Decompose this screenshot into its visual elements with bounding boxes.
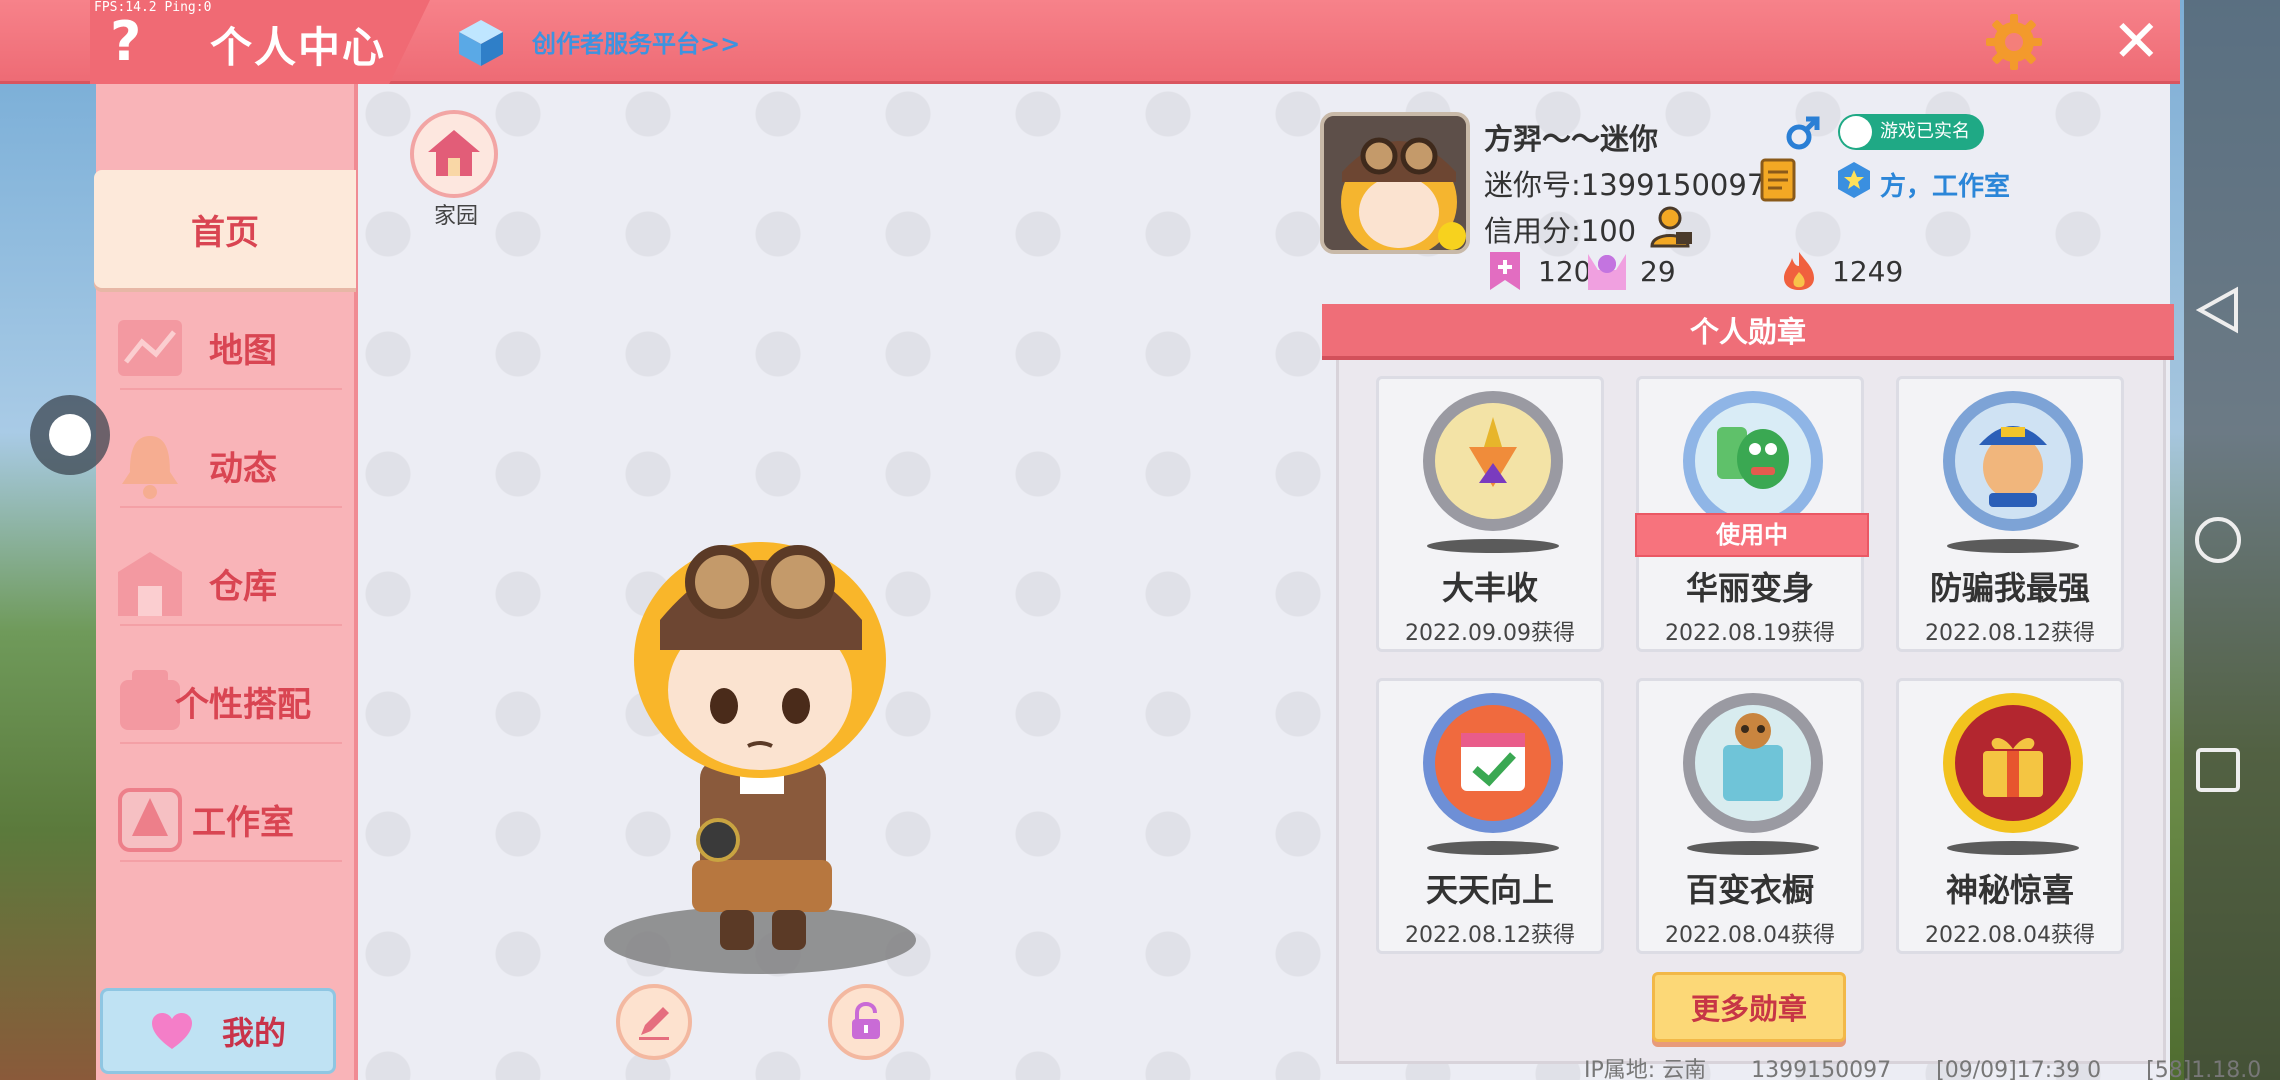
medal-date: 2022.08.19获得 bbox=[1665, 621, 1835, 646]
homeland-button[interactable] bbox=[410, 110, 498, 198]
antifraud-medal-icon bbox=[1943, 391, 2083, 531]
more-medals-button[interactable]: 更多勋章 bbox=[1652, 972, 1846, 1042]
medal-name: 华丽变身 bbox=[1685, 569, 1814, 607]
creator-platform-link[interactable]: 创作者服务平台>> bbox=[532, 24, 740, 59]
favorites-count: 120 bbox=[1538, 254, 1592, 288]
medal-shadow bbox=[1947, 841, 2079, 855]
medal-card-transform[interactable]: 使用中 华丽变身 2022.08.19获得 bbox=[1635, 376, 1869, 652]
footer-info: IP属地: 云南 1399150097 [09/09]17:39 0 [58]1… bbox=[1584, 1052, 2280, 1080]
medal-shadow bbox=[1947, 539, 2079, 553]
real-name-verified-badge: 游戏已实名 bbox=[1838, 114, 1984, 150]
medal-date: 2022.08.12获得 bbox=[1405, 923, 1575, 948]
medal-name: 大丰收 bbox=[1441, 569, 1538, 607]
menu-divider bbox=[120, 506, 342, 508]
close-button[interactable]: ✕ bbox=[2112, 8, 2161, 74]
studio-name-link[interactable]: 方，工作室 bbox=[1880, 166, 2010, 203]
medal-panel-title: 个人勋章 bbox=[1322, 304, 2174, 360]
mystery-gift-medal-icon bbox=[1943, 693, 2083, 833]
popularity-count: 1249 bbox=[1832, 254, 1904, 288]
male-gender-icon bbox=[1784, 114, 1822, 152]
favorites-stat: 120 bbox=[1484, 250, 1591, 292]
sidebar-item-label: 首页 bbox=[191, 212, 259, 253]
menu-divider bbox=[120, 624, 342, 626]
footer-version: [58]1.18.0 bbox=[2146, 1058, 2262, 1080]
my-button-label: 我的 bbox=[221, 1014, 286, 1052]
in-use-tag: 使用中 bbox=[1635, 513, 1869, 557]
settings-gear-icon[interactable] bbox=[1984, 12, 2044, 72]
nav-back-button[interactable] bbox=[2192, 284, 2244, 336]
character-avatar[interactable] bbox=[600, 510, 930, 980]
edit-button[interactable] bbox=[616, 984, 692, 1060]
copy-icon[interactable] bbox=[1760, 158, 1796, 202]
sidebar-item-home[interactable]: 首页 bbox=[94, 170, 356, 288]
medal-card-daily-progress[interactable]: 天天向上 2022.08.12获得 bbox=[1376, 678, 1604, 954]
ip-location: IP属地: 云南 bbox=[1584, 1058, 1707, 1080]
wardrobe-medal-icon bbox=[1683, 693, 1823, 833]
daily-progress-medal-icon bbox=[1423, 693, 1563, 833]
game-backdrop-left bbox=[0, 84, 96, 1080]
nav-recents-button[interactable] bbox=[2192, 744, 2244, 796]
credit-score: 信用分:100 bbox=[1484, 214, 1637, 248]
medal-name: 百变衣橱 bbox=[1685, 871, 1814, 909]
help-button[interactable]: ? bbox=[110, 12, 141, 72]
pencil-icon bbox=[639, 1007, 669, 1040]
medal-shadow bbox=[1427, 841, 1559, 855]
verified-label: 游戏已实名 bbox=[1880, 121, 1970, 142]
medal-name: 神秘惊喜 bbox=[1945, 871, 2074, 909]
medal-name: 防骗我最强 bbox=[1929, 569, 2090, 607]
medal-card-wardrobe[interactable]: 百变衣橱 2022.08.04获得 bbox=[1636, 678, 1864, 954]
medal-shadow bbox=[1427, 539, 1559, 553]
medal-date: 2022.08.04获得 bbox=[1925, 923, 2095, 948]
medal-date: 2022.09.09获得 bbox=[1405, 621, 1575, 646]
credit-user-icon[interactable] bbox=[1650, 206, 1694, 248]
medal-shadow bbox=[1687, 841, 1819, 855]
footer-uid: 1399150097 bbox=[1751, 1058, 1892, 1080]
fans-icon bbox=[1588, 254, 1626, 290]
flame-icon bbox=[1784, 252, 1814, 290]
heart-icon bbox=[151, 1013, 192, 1049]
lock-icon bbox=[852, 1001, 880, 1039]
harvest-medal-icon bbox=[1423, 391, 1563, 531]
menu-divider bbox=[120, 742, 342, 744]
medal-card-mystery-surprise[interactable]: 神秘惊喜 2022.08.04获得 bbox=[1896, 678, 2124, 954]
menu-divider bbox=[120, 388, 342, 390]
studio-icon bbox=[1834, 160, 1874, 200]
sidebar-item-label: 动态 bbox=[209, 448, 277, 489]
page-title: 个人中心 bbox=[210, 23, 387, 72]
profile-avatar[interactable] bbox=[1320, 112, 1470, 254]
medal-name: 天天向上 bbox=[1425, 871, 1554, 909]
medal-date: 2022.08.12获得 bbox=[1925, 621, 2095, 646]
nav-home-button[interactable] bbox=[2192, 514, 2244, 566]
my-button[interactable]: 我的 bbox=[100, 988, 336, 1074]
fans-count: 29 bbox=[1640, 254, 1676, 288]
sidebar-item-label: 工作室 bbox=[192, 802, 294, 843]
fans-stat: 29 bbox=[1586, 250, 1676, 292]
medal-date: 2022.08.04获得 bbox=[1665, 923, 1835, 948]
cube-icon[interactable] bbox=[455, 16, 507, 68]
sidebar-item-label: 地图 bbox=[209, 330, 277, 371]
bookmark-plus-icon bbox=[1490, 252, 1520, 290]
medal-card-harvest[interactable]: 大丰收 2022.09.09获得 bbox=[1376, 376, 1604, 652]
menu-divider bbox=[120, 860, 342, 862]
sidebar-item-label: 个性搭配 bbox=[175, 684, 311, 725]
unlock-button[interactable] bbox=[828, 984, 904, 1060]
profile-nickname: 方羿～～迷你 bbox=[1484, 122, 1659, 156]
sidebar-item-label: 仓库 bbox=[209, 566, 277, 607]
footer-time: [09/09]17:39 0 bbox=[1936, 1058, 2102, 1080]
medal-card-antifraud[interactable]: 防骗我最强 2022.08.12获得 bbox=[1896, 376, 2124, 652]
mini-id: 迷你号:1399150097 bbox=[1484, 168, 1766, 202]
popularity-stat: 1249 bbox=[1778, 250, 1903, 292]
homeland-label: 家园 bbox=[433, 204, 478, 229]
house-icon bbox=[428, 130, 480, 176]
